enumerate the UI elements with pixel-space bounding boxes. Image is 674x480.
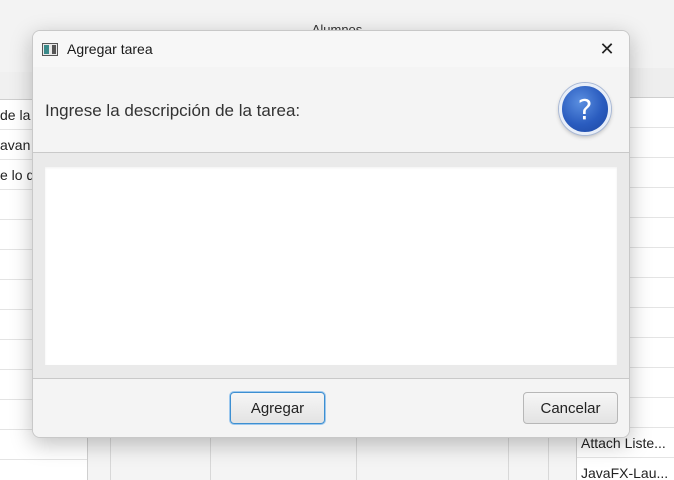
grid-divider bbox=[210, 431, 211, 480]
table-row[interactable]: JavaFX-Lau... bbox=[577, 458, 674, 480]
grid-divider bbox=[110, 431, 111, 480]
dialog-titlebar[interactable]: Agregar tarea ✕ bbox=[33, 31, 629, 67]
app-window-icon bbox=[42, 42, 58, 56]
question-icon: ? bbox=[559, 83, 611, 135]
question-mark-glyph: ? bbox=[577, 92, 593, 126]
grid-divider bbox=[356, 431, 357, 480]
close-icon: ✕ bbox=[599, 38, 615, 59]
add-task-dialog: Agregar tarea ✕ Ingrese la descripción d… bbox=[32, 30, 630, 438]
add-button[interactable]: Agregar bbox=[230, 392, 325, 424]
dialog-content bbox=[33, 153, 629, 379]
dialog-button-bar: Agregar Cancelar bbox=[33, 379, 629, 437]
header-prompt-text: Ingrese la descripción de la tarea: bbox=[45, 101, 301, 120]
dialog-title: Agregar tarea bbox=[67, 41, 153, 57]
grid-divider bbox=[508, 431, 509, 480]
task-description-input[interactable] bbox=[45, 167, 617, 365]
close-button[interactable]: ✕ bbox=[585, 31, 629, 67]
table-row[interactable] bbox=[0, 460, 87, 480]
grid-divider bbox=[548, 431, 549, 480]
dialog-header: Ingrese la descripción de la tarea: ? bbox=[33, 67, 629, 153]
cancel-button[interactable]: Cancelar bbox=[523, 392, 618, 424]
